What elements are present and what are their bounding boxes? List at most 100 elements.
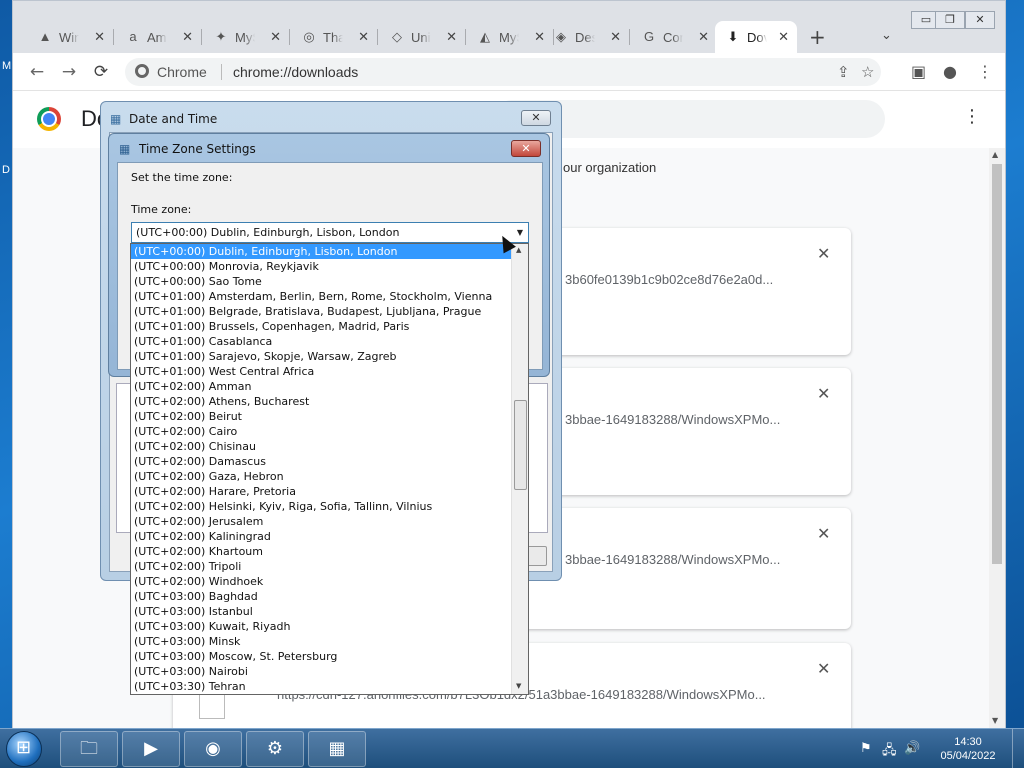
time-zone-option[interactable]: (UTC+02:00) Jerusalem [131, 514, 528, 529]
dialog-close-button[interactable]: ✕ [521, 110, 551, 126]
desktop-icon-label[interactable]: M [2, 60, 11, 72]
time-zone-option[interactable]: (UTC+02:00) Damascus [131, 454, 528, 469]
profile-icon[interactable]: ● [943, 62, 957, 81]
time-zone-option[interactable]: (UTC+00:00) Sao Tome [131, 274, 528, 289]
time-zone-option[interactable]: (UTC+02:00) Gaza, Hebron [131, 469, 528, 484]
tab-close-icon[interactable]: ✕ [358, 29, 369, 45]
time-zone-option[interactable]: (UTC+00:00) Dublin, Edinburgh, Lisbon, L… [131, 244, 528, 259]
tab-google[interactable]: G Con ✕ [631, 21, 717, 53]
time-zone-option[interactable]: (UTC+01:00) Casablanca [131, 334, 528, 349]
download-url[interactable]: 3bbae-1649183288/WindowsXPMo... [565, 552, 780, 567]
new-tab-button[interactable]: + [809, 27, 826, 47]
time-zone-option[interactable]: (UTC+02:00) Khartoum [131, 544, 528, 559]
remove-download-icon[interactable]: ✕ [817, 384, 830, 403]
window-close-button[interactable]: ✕ [965, 11, 995, 29]
dropdown-arrow-icon[interactable]: ▼ [517, 223, 523, 242]
scroll-up-icon[interactable]: ▲ [516, 246, 521, 254]
scrollbar-thumb[interactable] [992, 164, 1002, 564]
time-zone-option[interactable]: (UTC+02:00) Chisinau [131, 439, 528, 454]
tab-close-icon[interactable]: ✕ [94, 29, 105, 45]
scroll-down-icon[interactable]: ▼ [516, 682, 521, 690]
taskbar-chrome-button[interactable]: ◉ [184, 731, 242, 767]
forward-button[interactable]: → [57, 60, 81, 84]
time-zone-option[interactable]: (UTC+03:00) Baghdad [131, 589, 528, 604]
page-scrollbar[interactable]: ▲ ▼ [989, 148, 1005, 728]
time-zone-option[interactable]: (UTC+01:00) Sarajevo, Skopje, Warsaw, Za… [131, 349, 528, 364]
reload-button[interactable]: ⟳ [89, 60, 113, 84]
time-zone-option[interactable]: (UTC+00:00) Monrovia, Reykjavik [131, 259, 528, 274]
desktop-icon-label[interactable]: D [2, 164, 10, 176]
tab-amazon[interactable]: a Am ✕ [115, 21, 202, 53]
tab-close-icon[interactable]: ✕ [182, 29, 193, 45]
time-zone-option[interactable]: (UTC+02:00) Windhoek [131, 574, 528, 589]
address-bar[interactable]: Chrome chrome://downloads ⇪ ☆ [125, 58, 881, 86]
tab-search-icon[interactable]: ⌄ [881, 28, 892, 43]
time-zone-option[interactable]: (UTC+03:00) Kuwait, Riyadh [131, 619, 528, 634]
system-clock[interactable]: 14:30 05/04/2022 [930, 735, 1006, 763]
url-text[interactable]: chrome://downloads [233, 64, 358, 80]
download-url[interactable]: 3bbae-1649183288/WindowsXPMo... [565, 412, 780, 427]
time-zone-option[interactable]: (UTC+02:00) Beirut [131, 409, 528, 424]
back-button[interactable]: ← [25, 60, 49, 84]
action-center-flag-icon[interactable]: ⚑ [860, 741, 872, 756]
remove-download-icon[interactable]: ✕ [817, 659, 830, 678]
tab-win[interactable]: ▲ Win ✕ [27, 21, 114, 53]
network-icon[interactable]: 🖧 [882, 741, 897, 763]
time-zone-option[interactable]: (UTC+02:00) Cairo [131, 424, 528, 439]
taskbar-date-time-button[interactable]: ▦ [308, 731, 366, 767]
tab-download[interactable]: ⬇ Dov ✕ [715, 21, 797, 53]
tab-mystic[interactable]: ✦ MyS ✕ [203, 21, 290, 53]
start-button[interactable] [6, 731, 42, 767]
tab-favicon-icon: ✦ [215, 29, 227, 44]
time-zone-option[interactable]: (UTC+03:00) Minsk [131, 634, 528, 649]
time-zone-option[interactable]: (UTC+01:00) West Central Africa [131, 364, 528, 379]
chrome-menu-icon[interactable]: ⋮ [977, 62, 993, 81]
volume-icon[interactable]: 🔊 [904, 741, 920, 756]
downloads-menu-icon[interactable]: ⋮ [963, 106, 981, 127]
share-icon[interactable]: ⇪ [837, 63, 850, 81]
time-zone-option[interactable]: (UTC+03:00) Istanbul [131, 604, 528, 619]
time-zone-option[interactable]: (UTC+02:00) Athens, Bucharest [131, 394, 528, 409]
show-desktop-button[interactable] [1012, 729, 1024, 768]
dropdown-scrollbar[interactable]: ▲ ▼ [511, 244, 528, 694]
time-zone-select[interactable]: (UTC+00:00) Dublin, Edinburgh, Lisbon, L… [131, 222, 529, 243]
time-zone-option[interactable]: (UTC+02:00) Amman [131, 379, 528, 394]
bookmark-star-icon[interactable]: ☆ [861, 63, 874, 81]
tab-mystic2[interactable]: ◭MyS✕ [467, 21, 554, 53]
time-zone-option[interactable]: (UTC+01:00) Amsterdam, Berlin, Bern, Rom… [131, 289, 528, 304]
restore-button[interactable]: ❐ [935, 11, 965, 29]
tab-favicon-icon: ◎ [303, 29, 315, 44]
time-zone-option[interactable]: (UTC+03:00) Nairobi [131, 664, 528, 679]
time-zone-option[interactable]: (UTC+01:00) Brussels, Copenhagen, Madrid… [131, 319, 528, 334]
tab-close-icon[interactable]: ✕ [446, 29, 457, 45]
time-zone-option[interactable]: (UTC+02:00) Kaliningrad [131, 529, 528, 544]
time-zone-option[interactable]: (UTC+02:00) Harare, Pretoria [131, 484, 528, 499]
time-zone-option[interactable]: (UTC+02:00) Helsinki, Kyiv, Riga, Sofia,… [131, 499, 528, 514]
time-zone-option[interactable]: (UTC+03:30) Tehran [131, 679, 528, 694]
tab-label: MyS [499, 29, 519, 45]
download-url[interactable]: 3b60fe0139b1c9b02ce8d76e2a0d... [565, 272, 773, 287]
remove-download-icon[interactable]: ✕ [817, 244, 830, 263]
tab-close-icon[interactable]: ✕ [778, 29, 789, 45]
scroll-down-icon[interactable]: ▼ [992, 716, 998, 725]
taskbar-control-panel-button[interactable]: ⚙ [246, 731, 304, 767]
side-panel-icon[interactable]: ▣ [911, 62, 926, 81]
tab-des[interactable]: ◈ Des ✕ [543, 21, 630, 53]
taskbar-explorer-button[interactable]: 🗀 [60, 731, 118, 767]
time-zone-option[interactable]: (UTC+01:00) Belgrade, Bratislava, Budape… [131, 304, 528, 319]
tab-close-icon[interactable]: ✕ [270, 29, 281, 45]
scrollbar-thumb[interactable] [514, 400, 527, 490]
time-zone-option[interactable]: (UTC+03:00) Moscow, St. Petersburg [131, 649, 528, 664]
time-zone-dropdown-list[interactable]: (UTC+00:00) Dublin, Edinburgh, Lisbon, L… [130, 243, 529, 695]
clock-time: 14:30 [954, 736, 982, 748]
tab-close-icon[interactable]: ✕ [698, 29, 709, 45]
remove-download-icon[interactable]: ✕ [817, 524, 830, 543]
scroll-up-icon[interactable]: ▲ [992, 150, 998, 159]
time-zone-option[interactable]: (UTC+02:00) Tripoli [131, 559, 528, 574]
tab-univ[interactable]: ◇ Univ ✕ [379, 21, 466, 53]
tab-close-icon[interactable]: ✕ [610, 29, 621, 45]
dialog-close-button[interactable]: ✕ [511, 140, 541, 157]
tab-globe[interactable]: ◎ Tha ✕ [291, 21, 378, 53]
time-zone-selected-value: (UTC+00:00) Dublin, Edinburgh, Lisbon, L… [136, 226, 400, 239]
taskbar-media-player-button[interactable]: ▶ [122, 731, 180, 767]
